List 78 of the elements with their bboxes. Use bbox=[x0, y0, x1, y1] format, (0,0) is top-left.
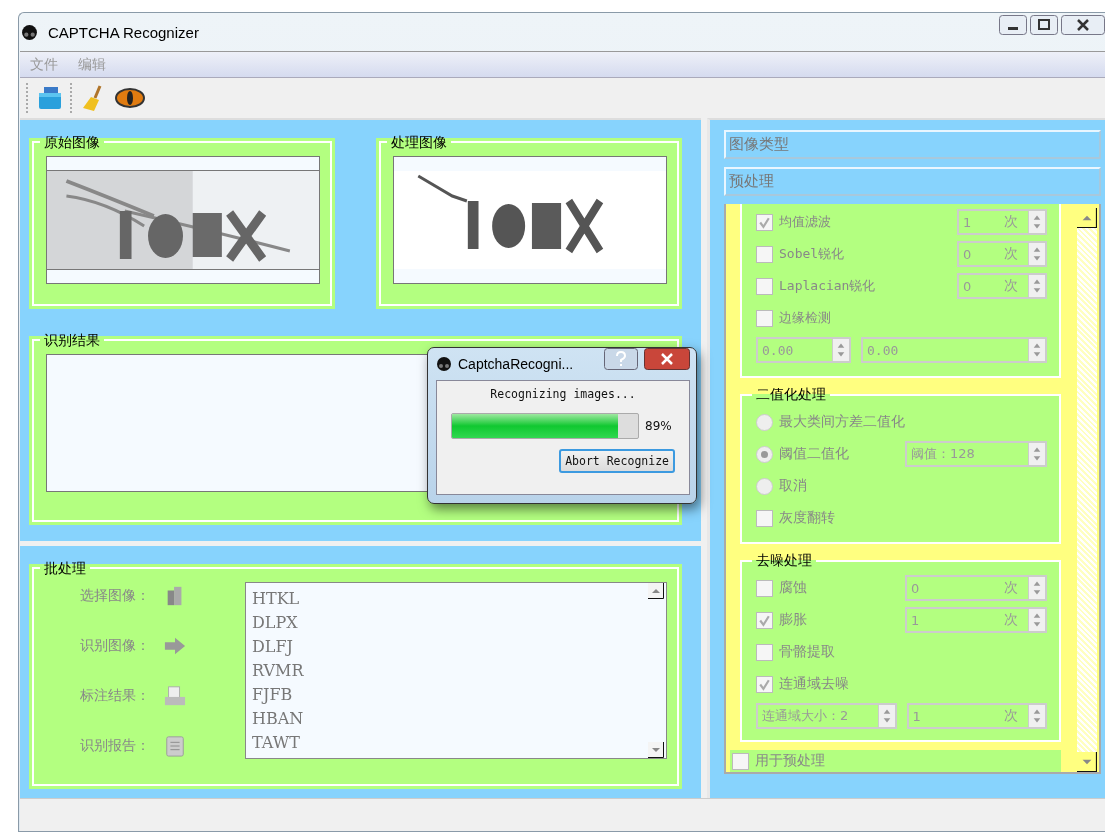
arrow-icon[interactable] bbox=[164, 635, 186, 657]
close-button[interactable] bbox=[1061, 15, 1105, 35]
menu-item[interactable]: 编辑 bbox=[78, 55, 106, 74]
group-title: 识别结果 bbox=[43, 332, 101, 348]
list-item[interactable]: TAWT bbox=[252, 731, 642, 755]
checkbox[interactable] bbox=[732, 752, 749, 770]
help-button[interactable] bbox=[604, 348, 638, 370]
list-item[interactable]: DLFJ bbox=[252, 635, 642, 659]
checkbox-label: Laplacian锐化 bbox=[779, 277, 876, 295]
action-label: 标注结果： bbox=[80, 687, 150, 705]
checkbox[interactable] bbox=[756, 277, 773, 295]
action-label: 识别报告： bbox=[80, 737, 150, 755]
option-label: 连通域去噪 bbox=[779, 675, 849, 693]
status-message: Recognizing images... bbox=[489, 387, 637, 401]
checkbox-label: Sobel锐化 bbox=[779, 245, 845, 263]
option-label: 灰度翻转 bbox=[779, 509, 835, 527]
checkbox-label: 均值滤波 bbox=[779, 213, 831, 231]
radio-button[interactable] bbox=[756, 445, 773, 463]
document-tray-icon[interactable] bbox=[164, 685, 186, 707]
app-icon bbox=[436, 356, 452, 372]
checkbox[interactable] bbox=[756, 611, 773, 629]
checkbox[interactable] bbox=[756, 213, 773, 231]
option-label: 最大类间方差二值化 bbox=[779, 413, 905, 431]
clipboard-icon[interactable] bbox=[164, 735, 186, 757]
section-header[interactable]: 预处理 bbox=[724, 167, 1101, 196]
checkbox[interactable] bbox=[756, 675, 773, 693]
checkbox-label: 用于预处理 bbox=[755, 752, 825, 770]
close-button[interactable] bbox=[644, 348, 690, 370]
checkbox[interactable] bbox=[756, 509, 773, 527]
scroll-down-button[interactable] bbox=[1077, 752, 1097, 772]
group-title: 处理图像 bbox=[390, 134, 448, 150]
folder-icon[interactable] bbox=[36, 84, 64, 112]
option-label: 膨胀 bbox=[779, 611, 807, 629]
app-icon bbox=[21, 23, 38, 41]
checkbox-label: 边缘检测 bbox=[779, 309, 831, 327]
action-label: 识别图像： bbox=[80, 637, 150, 655]
option-label: 取消 bbox=[779, 477, 807, 495]
spin-field[interactable]: 连通域大小：2 bbox=[756, 703, 897, 729]
window-title: CAPTCHA Recognizer bbox=[48, 23, 199, 41]
minimize-button[interactable] bbox=[999, 15, 1027, 35]
group-title: 二值化处理 bbox=[755, 386, 827, 404]
radio-button[interactable] bbox=[756, 413, 773, 431]
progress-reading: 89% bbox=[645, 419, 672, 433]
spin-field[interactable]: 1 次 bbox=[957, 209, 1047, 235]
group-title: 去噪处理 bbox=[755, 552, 813, 570]
menu-item[interactable]: 文件 bbox=[30, 55, 58, 74]
spin-field[interactable]: 阈值：128 bbox=[905, 441, 1047, 467]
spin-field[interactable]: 0.00 bbox=[756, 337, 851, 363]
scroll-up-button[interactable] bbox=[648, 583, 664, 599]
list-item[interactable]: HTKL bbox=[252, 587, 642, 611]
spin-field[interactable]: 0 次 bbox=[905, 575, 1047, 601]
spin-field[interactable]: 1 次 bbox=[905, 607, 1047, 633]
action-label: 选择图像： bbox=[80, 587, 150, 605]
section-header[interactable]: 图像类型 bbox=[724, 130, 1101, 159]
checkbox[interactable] bbox=[756, 643, 773, 661]
radio-button[interactable] bbox=[756, 477, 773, 495]
spin-field[interactable]: 0.00 bbox=[861, 337, 1047, 363]
eye-icon[interactable] bbox=[114, 86, 146, 110]
abort-button[interactable]: Abort Recognize bbox=[559, 449, 675, 473]
option-label: 腐蚀 bbox=[779, 579, 807, 597]
spin-field[interactable]: 0 次 bbox=[957, 273, 1047, 299]
list-item[interactable]: RVMR bbox=[252, 659, 642, 683]
checkbox[interactable] bbox=[756, 579, 773, 597]
checkbox[interactable] bbox=[756, 309, 773, 327]
spin-field[interactable]: 0 次 bbox=[957, 241, 1047, 267]
group-title: 原始图像 bbox=[43, 134, 101, 150]
list-item[interactable]: DLPX bbox=[252, 611, 642, 635]
option-label: 阈值二值化 bbox=[779, 445, 849, 463]
maximize-button[interactable] bbox=[1030, 15, 1058, 35]
checkbox[interactable] bbox=[756, 245, 773, 263]
scroll-down-button[interactable] bbox=[648, 742, 664, 758]
list-item[interactable]: HBAN bbox=[252, 707, 642, 731]
dialog-title: CaptchaRecogni... bbox=[458, 356, 574, 372]
group-title: 批处理 bbox=[43, 560, 87, 576]
list-item[interactable]: FJFB bbox=[252, 683, 642, 707]
scrollbar[interactable] bbox=[1077, 208, 1097, 772]
spin-field[interactable]: 1 次 bbox=[906, 703, 1047, 729]
option-label: 骨骼提取 bbox=[779, 643, 835, 661]
